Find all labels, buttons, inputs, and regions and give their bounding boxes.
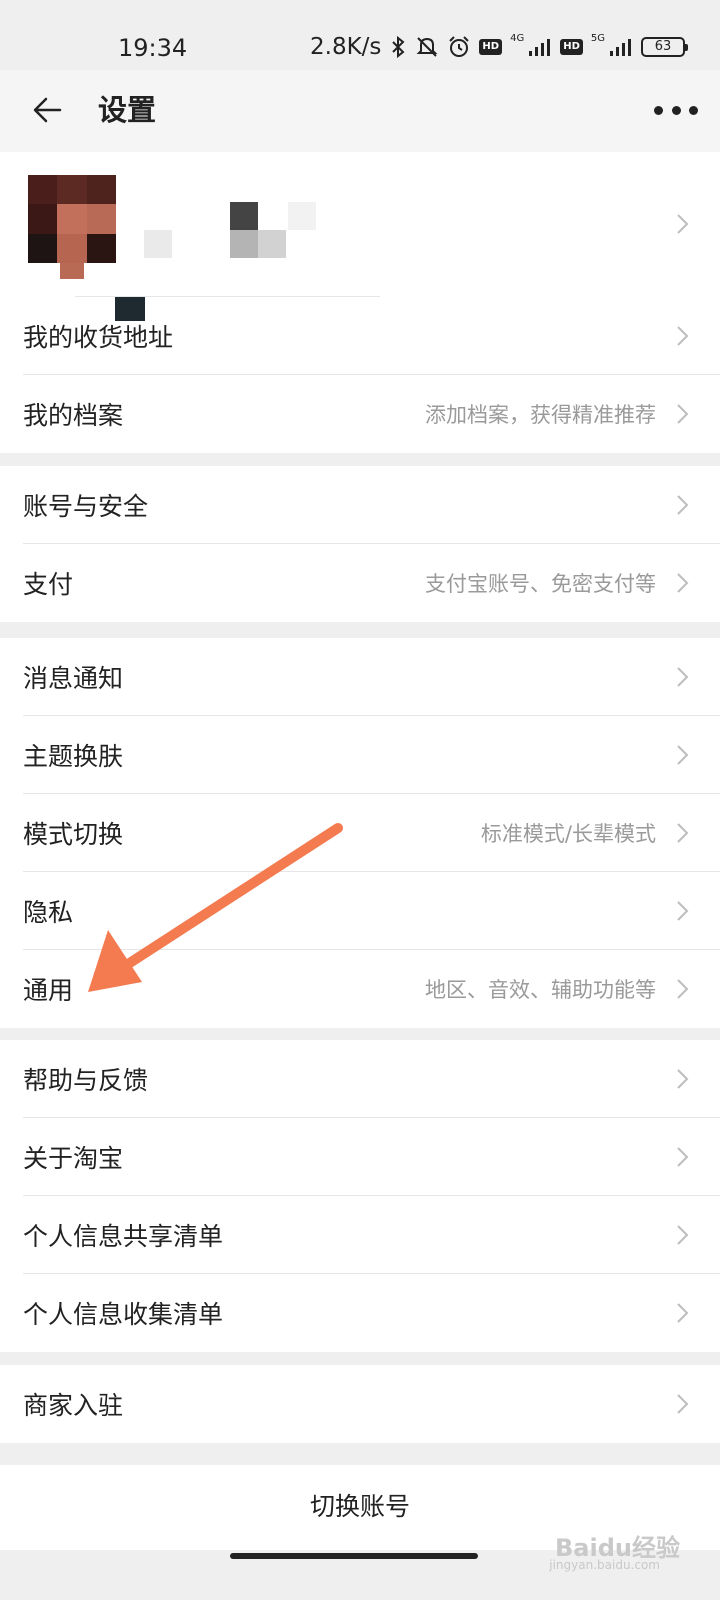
status-bar: 19:34 2.8K/s HD 4G HD 5G 63 bbox=[0, 0, 720, 70]
mute-icon bbox=[416, 37, 438, 57]
avatar bbox=[28, 175, 116, 263]
settings-row-label: 个人信息共享清单 bbox=[23, 1222, 224, 1251]
settings-row[interactable]: 模式切换 标准模式/长辈模式 bbox=[0, 794, 720, 872]
settings-row-label: 关于淘宝 bbox=[23, 1144, 124, 1173]
chevron-right-icon bbox=[677, 214, 689, 234]
more-dots-icon[interactable] bbox=[654, 98, 698, 122]
back-arrow-icon[interactable] bbox=[28, 90, 68, 130]
settings-row-label: 帮助与反馈 bbox=[23, 1066, 149, 1095]
username-blur bbox=[288, 202, 316, 230]
settings-row-label: 主题换肤 bbox=[23, 742, 124, 771]
page-title: 设置 bbox=[98, 93, 157, 127]
settings-row[interactable]: 我的收货地址 bbox=[0, 297, 720, 375]
settings-group-profile: 我的收货地址 我的档案 添加档案，获得精准推荐 bbox=[0, 152, 720, 453]
hd-badge: HD bbox=[479, 39, 503, 55]
settings-row-label: 我的收货地址 bbox=[23, 323, 174, 352]
settings-row-label: 个人信息收集清单 bbox=[23, 1300, 224, 1329]
home-indicator bbox=[230, 1553, 478, 1559]
username-blur bbox=[144, 230, 172, 258]
battery-icon: 63 bbox=[641, 37, 688, 57]
settings-group-account: 账号与安全 支付 支付宝账号、免密支付等 bbox=[0, 466, 720, 622]
settings-row[interactable]: 商家入驻 bbox=[0, 1365, 720, 1443]
chevron-right-icon bbox=[677, 326, 689, 346]
hd-badge: HD bbox=[560, 39, 583, 55]
switch-account-label: 切换账号 bbox=[309, 1492, 410, 1521]
network-type: 5G bbox=[590, 32, 605, 44]
status-icons: 2.8K/s HD 4G HD 5G 63 bbox=[310, 32, 688, 60]
alarm-icon bbox=[449, 36, 470, 57]
settings-row[interactable]: 帮助与反馈 bbox=[0, 1040, 720, 1118]
settings-group-preferences: 消息通知 主题换肤 模式切换 标准模式/长辈模式 隐私 通用 地区、音效、辅助功… bbox=[0, 638, 720, 1028]
chevron-right-icon bbox=[677, 404, 689, 424]
signal-icon bbox=[610, 39, 631, 56]
chevron-right-icon bbox=[677, 1069, 689, 1089]
settings-row[interactable]: 隐私 bbox=[0, 872, 720, 950]
nav-bar: 设置 bbox=[0, 70, 720, 152]
profile-row[interactable] bbox=[0, 152, 720, 297]
settings-row[interactable]: 个人信息收集清单 bbox=[0, 1274, 720, 1352]
status-time: 19:34 bbox=[118, 34, 188, 62]
bluetooth-icon bbox=[392, 35, 405, 59]
settings-row-subtitle: 支付宝账号、免密支付等 bbox=[425, 572, 656, 596]
chevron-right-icon bbox=[677, 901, 689, 921]
settings-row[interactable]: 个人信息共享清单 bbox=[0, 1196, 720, 1274]
chevron-right-icon bbox=[677, 667, 689, 687]
settings-row-label: 隐私 bbox=[23, 898, 74, 927]
settings-row-subtitle: 地区、音效、辅助功能等 bbox=[425, 978, 656, 1002]
chevron-right-icon bbox=[677, 1225, 689, 1245]
settings-group-about: 帮助与反馈 关于淘宝 个人信息共享清单 个人信息收集清单 bbox=[0, 1040, 720, 1352]
settings-row-label: 支付 bbox=[23, 570, 74, 599]
signal-icon bbox=[529, 39, 551, 56]
chevron-right-icon bbox=[677, 745, 689, 765]
avatar-fragment bbox=[60, 263, 84, 279]
chevron-right-icon bbox=[677, 1147, 689, 1167]
net-speed: 2.8K/s bbox=[310, 34, 382, 60]
settings-row-general[interactable]: 通用 地区、音效、辅助功能等 bbox=[0, 950, 720, 1028]
settings-row-label: 账号与安全 bbox=[23, 492, 149, 521]
settings-row-subtitle: 添加档案，获得精准推荐 bbox=[425, 403, 656, 427]
settings-row-label: 消息通知 bbox=[23, 664, 124, 693]
username-blur bbox=[230, 202, 258, 230]
settings-group-merchant: 商家入驻 bbox=[0, 1365, 720, 1443]
network-type: 4G bbox=[510, 32, 525, 44]
chevron-right-icon bbox=[677, 573, 689, 593]
settings-row[interactable]: 我的档案 添加档案，获得精准推荐 bbox=[0, 375, 720, 453]
settings-row[interactable]: 消息通知 bbox=[0, 638, 720, 716]
watermark-sub: jingyan.baidu.com bbox=[549, 1558, 660, 1572]
settings-row-label: 模式切换 bbox=[23, 820, 124, 849]
settings-row-label: 我的档案 bbox=[23, 401, 124, 430]
settings-row[interactable]: 账号与安全 bbox=[0, 466, 720, 544]
settings-row-label: 商家入驻 bbox=[23, 1391, 124, 1420]
chevron-right-icon bbox=[677, 1303, 689, 1323]
settings-row-label: 通用 bbox=[23, 976, 74, 1005]
settings-row[interactable]: 主题换肤 bbox=[0, 716, 720, 794]
chevron-right-icon bbox=[677, 979, 689, 999]
settings-row[interactable]: 支付 支付宝账号、免密支付等 bbox=[0, 544, 720, 622]
settings-row-subtitle: 标准模式/长辈模式 bbox=[480, 822, 656, 846]
chevron-right-icon bbox=[677, 823, 689, 843]
redaction-blur bbox=[115, 297, 145, 321]
chevron-right-icon bbox=[677, 495, 689, 515]
settings-row[interactable]: 关于淘宝 bbox=[0, 1118, 720, 1196]
chevron-right-icon bbox=[677, 1394, 689, 1414]
username-blur bbox=[230, 230, 258, 258]
username-blur bbox=[258, 230, 286, 258]
